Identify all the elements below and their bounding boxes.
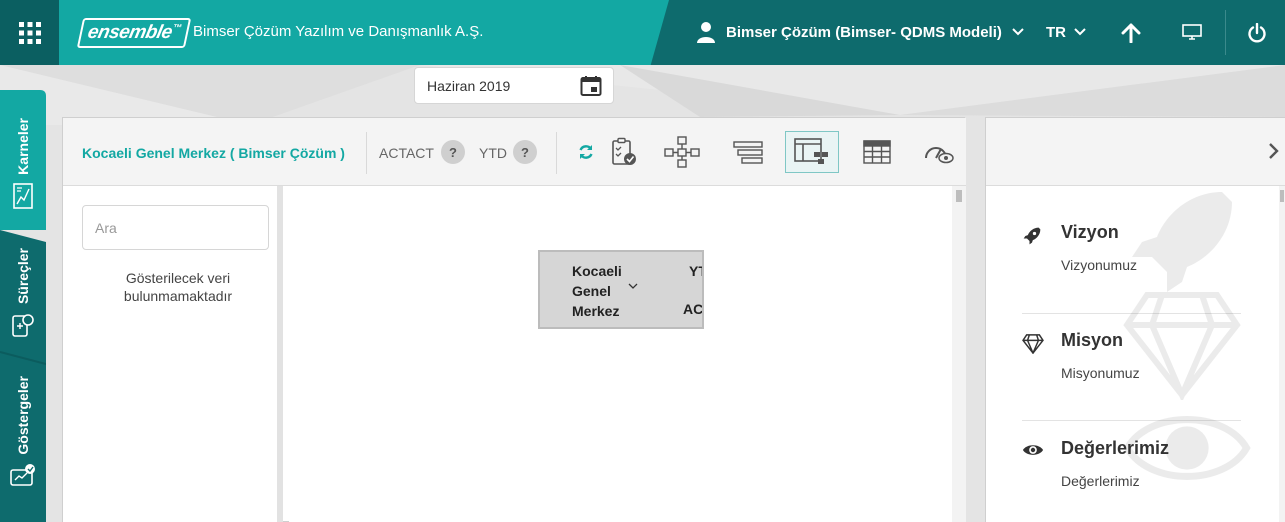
arrow-up-icon (1121, 23, 1141, 43)
table-icon (863, 140, 891, 164)
strategy-panel: Vizyon Vizyonumuz Misyon Misyonumuz Değe… (985, 117, 1285, 522)
org-filter-pane: Gösterilecek veri bulunmamaktadır (63, 186, 283, 522)
tree-view-button[interactable] (655, 131, 709, 173)
user-menu[interactable]: Bimser Çözüm (Bimser- QDMS Modeli) (696, 20, 1024, 44)
gauge-view-button[interactable] (912, 131, 966, 173)
side-tabs: Karneler Süreçler Göstergeler (0, 90, 46, 522)
org-table-view-button[interactable] (785, 131, 839, 173)
tab-gostergeler[interactable]: Göstergeler (0, 376, 46, 487)
diamond-watermark (1123, 292, 1241, 400)
org-node-act: ACT (683, 301, 704, 317)
ytd-help-icon[interactable]: ? (513, 140, 537, 164)
approve-button[interactable] (597, 131, 651, 173)
power-icon (1248, 22, 1266, 42)
mission-text: Misyonumuz (1061, 365, 1140, 381)
actact-label: ACTACT (379, 145, 434, 161)
tab-karneler[interactable]: Karneler (0, 118, 46, 209)
panel-toolbar: Kocaeli Genel Merkez ( Bimser Çözüm ) AC… (63, 118, 966, 186)
values-section: Değerlerimiz Değerlerimiz (1022, 416, 1251, 522)
apps-menu-button[interactable] (0, 0, 59, 65)
upload-button[interactable] (1106, 0, 1156, 65)
list-view-button[interactable] (721, 131, 775, 173)
org-node-ytd: YTD (689, 263, 702, 279)
user-icon (697, 22, 715, 43)
user-name: Bimser Çözüm (Bimser- QDMS Modeli) (726, 23, 1002, 41)
gauge-eye-icon (925, 147, 954, 164)
company-name: Bimser Çözüm Yazılım ve Danışmanlık A.Ş. (193, 23, 484, 40)
scrollbar-thumb[interactable] (956, 190, 962, 202)
search-input[interactable] (82, 205, 269, 250)
rocket-watermark (1132, 192, 1232, 292)
vertical-scrollbar[interactable] (952, 186, 966, 522)
period-datepicker[interactable]: Haziran 2019 (414, 67, 614, 104)
ytd-label: YTD (479, 145, 507, 161)
header-divider (1225, 10, 1226, 55)
period-value: Haziran 2019 (427, 77, 511, 94)
apps-grid-icon (18, 21, 41, 44)
scorecard-icon (13, 183, 33, 209)
screen-button[interactable] (1167, 0, 1217, 65)
refresh-icon (579, 145, 593, 159)
tab-surecler[interactable]: Süreçler (0, 248, 46, 338)
ensemble-logo[interactable]: ensemble™ (76, 12, 192, 54)
org-chart-canvas[interactable]: Kocaeli Genel Merkez YTD ACT (289, 186, 966, 522)
vision-title: Vizyon (1061, 222, 1119, 242)
rocket-icon (1023, 227, 1041, 245)
empty-message: Gösterilecek veri bulunmamaktadır (123, 270, 233, 304)
actact-help-icon[interactable]: ? (441, 140, 465, 164)
language-selector[interactable]: TR (1046, 20, 1086, 44)
app-header: ensemble™ Bimser Çözüm Yazılım ve Danışm… (0, 0, 1285, 65)
org-title[interactable]: Kocaeli Genel Merkez ( Bimser Çözüm ) (82, 145, 345, 161)
org-chart-panel: Kocaeli Genel Merkez ( Bimser Çözüm ) AC… (62, 117, 966, 522)
org-tree-icon (664, 136, 700, 168)
chevron-down-icon[interactable] (628, 283, 638, 289)
vertical-scrollbar[interactable] (1279, 186, 1285, 522)
org-table-view-icon (794, 138, 828, 164)
list-view-icon (733, 141, 763, 164)
language-code: TR (1046, 23, 1066, 41)
strategy-panel-header (986, 118, 1285, 186)
org-node-name: Kocaeli Genel Merkez (572, 263, 622, 319)
eye-icon (1022, 445, 1044, 455)
chevron-down-icon (1012, 28, 1024, 36)
toolbar-divider (556, 132, 557, 174)
chevron-right-icon[interactable] (1268, 142, 1280, 160)
values-text: Değerlerimiz (1061, 473, 1140, 489)
scrollbar-thumb[interactable] (1280, 190, 1284, 202)
values-title: Değerlerimiz (1061, 438, 1170, 458)
indicator-icon (10, 463, 35, 486)
logout-button[interactable] (1232, 0, 1282, 65)
mission-title: Misyon (1061, 330, 1124, 350)
monitor-icon (1182, 24, 1202, 40)
toolbar-divider (366, 132, 367, 174)
diamond-icon (1022, 334, 1044, 354)
vision-text: Vizyonumuz (1061, 257, 1138, 273)
clipboard-check-icon (612, 137, 636, 165)
process-icon (12, 314, 34, 337)
org-node[interactable]: Kocaeli Genel Merkez YTD ACT (538, 250, 704, 329)
table-view-button[interactable] (850, 131, 904, 173)
chevron-down-icon (1074, 28, 1086, 36)
calendar-icon[interactable] (580, 75, 602, 97)
